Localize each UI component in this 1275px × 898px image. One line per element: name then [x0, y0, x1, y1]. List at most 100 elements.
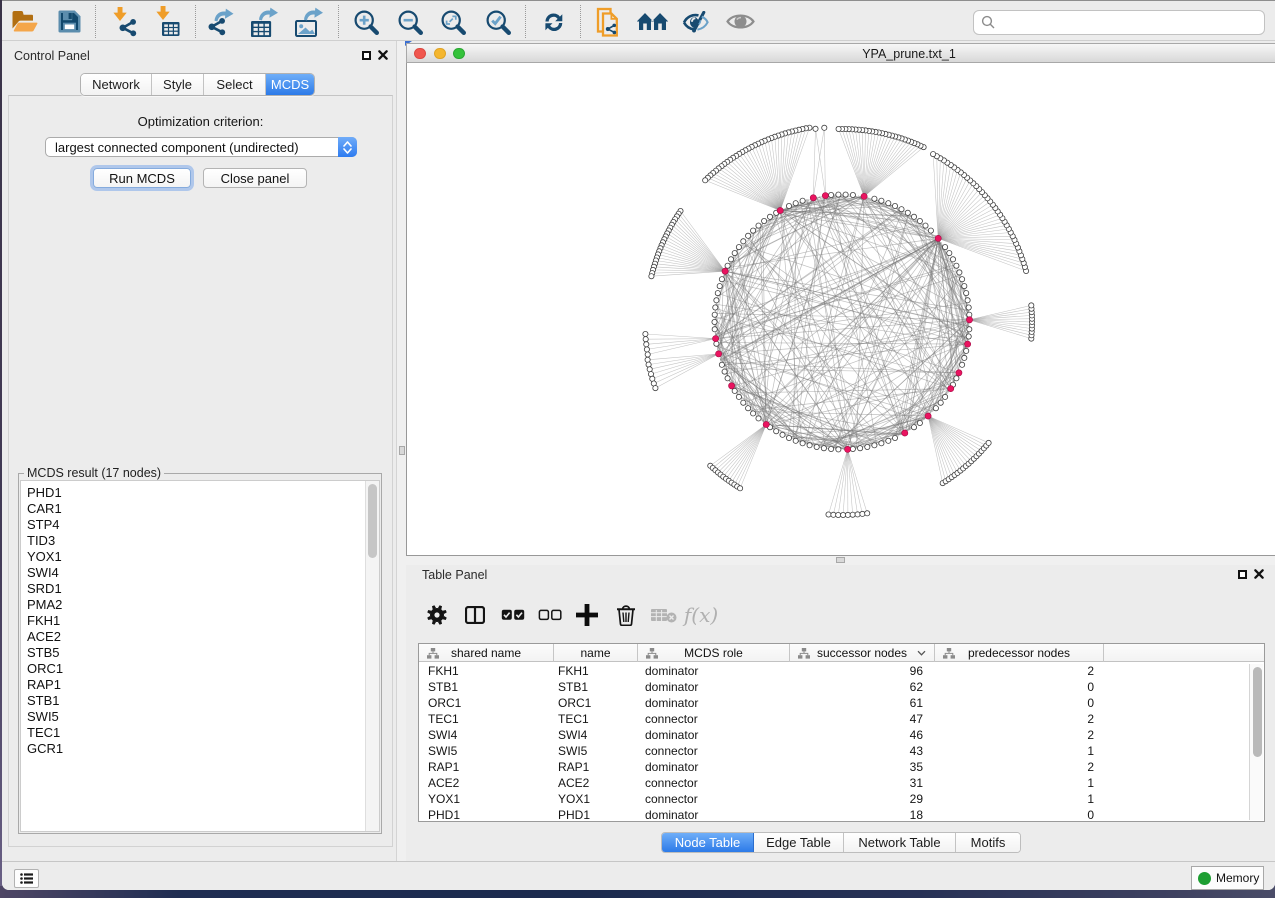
mcds-scrollbar-thumb[interactable] [368, 484, 377, 558]
tab-motifs[interactable]: Motifs [956, 833, 1020, 852]
mcds-node-item[interactable]: PHD1 [21, 485, 379, 501]
export-image-icon[interactable] [293, 6, 325, 37]
mcds-node-item[interactable]: ORC1 [21, 661, 379, 677]
cell-successor-nodes: 31 [790, 776, 935, 790]
close-light[interactable] [414, 48, 426, 60]
tab-select[interactable]: Select [204, 74, 266, 95]
zoom-selected-icon[interactable] [482, 6, 514, 37]
table-row[interactable]: ACE2ACE2connector311 [419, 775, 1251, 791]
search-input[interactable] [1000, 13, 1264, 33]
mcds-node-item[interactable]: STB1 [21, 693, 379, 709]
delete-table-icon[interactable] [647, 598, 681, 632]
table-row[interactable]: YOX1YOX1connector291 [419, 791, 1251, 807]
cell-MCDS-role: dominator [638, 808, 790, 822]
cell-predecessor-nodes: 2 [935, 712, 1104, 726]
mcds-node-item[interactable]: FKH1 [21, 613, 379, 629]
table-row[interactable]: PHD1PHD1dominator180 [419, 807, 1251, 822]
column-header-successor-nodes[interactable]: successor nodes [790, 644, 935, 662]
mcds-node-item[interactable]: GCR1 [21, 741, 379, 757]
select-all-icon[interactable] [496, 598, 530, 632]
memory-button[interactable]: Memory [1191, 866, 1264, 890]
mcds-node-item[interactable]: SWI5 [21, 709, 379, 725]
copy-documents-icon[interactable] [593, 6, 625, 37]
table-row[interactable]: RAP1RAP1dominator352 [419, 759, 1251, 775]
mcds-node-item[interactable]: TEC1 [21, 725, 379, 741]
mcds-result-list[interactable]: PHD1CAR1STP4TID3YOX1SWI4SRD1PMA2FKH1ACE2… [20, 480, 380, 832]
optimization-criterion-label: Optimization criterion: [8, 114, 393, 129]
table-row[interactable]: STB1STB1dominator620 [419, 679, 1251, 695]
mcds-node-item[interactable]: SRD1 [21, 581, 379, 597]
column-header-MCDS-role[interactable]: MCDS role [638, 644, 790, 662]
mcds-list-scrollbar[interactable] [365, 481, 379, 831]
zoom-in-icon[interactable] [350, 6, 382, 37]
table-row[interactable]: FKH1FKH1dominator962 [419, 663, 1251, 679]
table-panel-float-button[interactable] [1238, 570, 1247, 579]
import-table-icon[interactable] [152, 6, 184, 37]
tab-style[interactable]: Style [152, 74, 204, 95]
column-header-name[interactable]: name [554, 644, 638, 662]
criterion-dropdown[interactable]: largest connected component (undirected) [45, 137, 357, 157]
column-label: name [580, 646, 610, 660]
column-header-predecessor-nodes[interactable]: predecessor nodes [935, 644, 1104, 662]
vertical-splitter-handle[interactable] [399, 446, 405, 455]
control-panel-float-button[interactable] [362, 51, 371, 60]
gear-icon[interactable] [420, 598, 454, 632]
mcds-node-item[interactable]: CAR1 [21, 501, 379, 517]
column-label: successor nodes [817, 646, 907, 660]
save-icon[interactable] [53, 6, 85, 37]
split-pane-icon[interactable] [458, 598, 492, 632]
horizontal-splitter[interactable] [406, 555, 1275, 565]
mcds-node-item[interactable]: PMA2 [21, 597, 379, 613]
export-table-icon[interactable] [248, 6, 280, 37]
mcds-node-item[interactable]: RAP1 [21, 677, 379, 693]
import-network-icon[interactable] [109, 6, 141, 37]
run-mcds-button[interactable]: Run MCDS [93, 168, 191, 188]
close-panel-button[interactable]: Close panel [203, 168, 307, 188]
deselect-all-icon[interactable] [533, 598, 567, 632]
table-scrollbar[interactable] [1249, 664, 1263, 820]
table-row[interactable]: SWI4SWI4dominator462 [419, 727, 1251, 743]
tab-network[interactable]: Network [81, 74, 152, 95]
cell-shared-name: SWI4 [419, 728, 554, 742]
table-panel-close-button[interactable] [1254, 569, 1264, 579]
task-history-button[interactable] [14, 869, 39, 888]
houses-icon[interactable] [636, 6, 668, 37]
network-window-titlebar[interactable]: YPA_prune.txt_1 [406, 43, 1275, 63]
table-panel-title: Table Panel [422, 568, 487, 582]
function-builder-icon[interactable]: f(x) [684, 598, 718, 632]
network-graph [407, 63, 1275, 555]
tab-node-table[interactable]: Node Table [662, 833, 754, 852]
mcds-node-item[interactable]: ACE2 [21, 629, 379, 645]
add-column-icon[interactable] [570, 598, 604, 632]
eye-icon[interactable] [724, 6, 756, 37]
export-network-icon[interactable] [205, 6, 237, 37]
horizontal-splitter-handle[interactable] [836, 557, 845, 563]
zoom-out-icon[interactable] [394, 6, 426, 37]
mcds-result-items: PHD1CAR1STP4TID3YOX1SWI4SRD1PMA2FKH1ACE2… [21, 485, 379, 757]
zoom-fit-icon[interactable] [437, 6, 469, 37]
delete-column-icon[interactable] [609, 598, 643, 632]
table-row[interactable]: ORC1ORC1dominator610 [419, 695, 1251, 711]
column-header-shared-name[interactable]: shared name [419, 644, 554, 662]
open-folder-icon[interactable] [9, 6, 41, 37]
table-row[interactable]: TEC1TEC1connector472 [419, 711, 1251, 727]
mcds-node-item[interactable]: STB5 [21, 645, 379, 661]
eye-toggle-icon[interactable] [679, 6, 711, 37]
mcds-node-item[interactable]: YOX1 [21, 549, 379, 565]
zoom-light[interactable] [453, 48, 465, 60]
network-canvas[interactable] [406, 63, 1275, 556]
cell-successor-nodes: 47 [790, 712, 935, 726]
control-panel-close-button[interactable] [378, 50, 388, 60]
tab-mcds[interactable]: MCDS [266, 74, 314, 95]
minimize-light[interactable] [434, 48, 446, 60]
cell-successor-nodes: 29 [790, 792, 935, 806]
refresh-icon[interactable] [538, 6, 570, 37]
table-row[interactable]: SWI5SWI5connector431 [419, 743, 1251, 759]
vertical-splitter[interactable] [396, 41, 406, 861]
tab-edge-table[interactable]: Edge Table [754, 833, 844, 852]
mcds-node-item[interactable]: TID3 [21, 533, 379, 549]
mcds-node-item[interactable]: STP4 [21, 517, 379, 533]
mcds-node-item[interactable]: SWI4 [21, 565, 379, 581]
tab-network-table[interactable]: Network Table [844, 833, 956, 852]
table-scrollbar-thumb[interactable] [1253, 667, 1262, 757]
